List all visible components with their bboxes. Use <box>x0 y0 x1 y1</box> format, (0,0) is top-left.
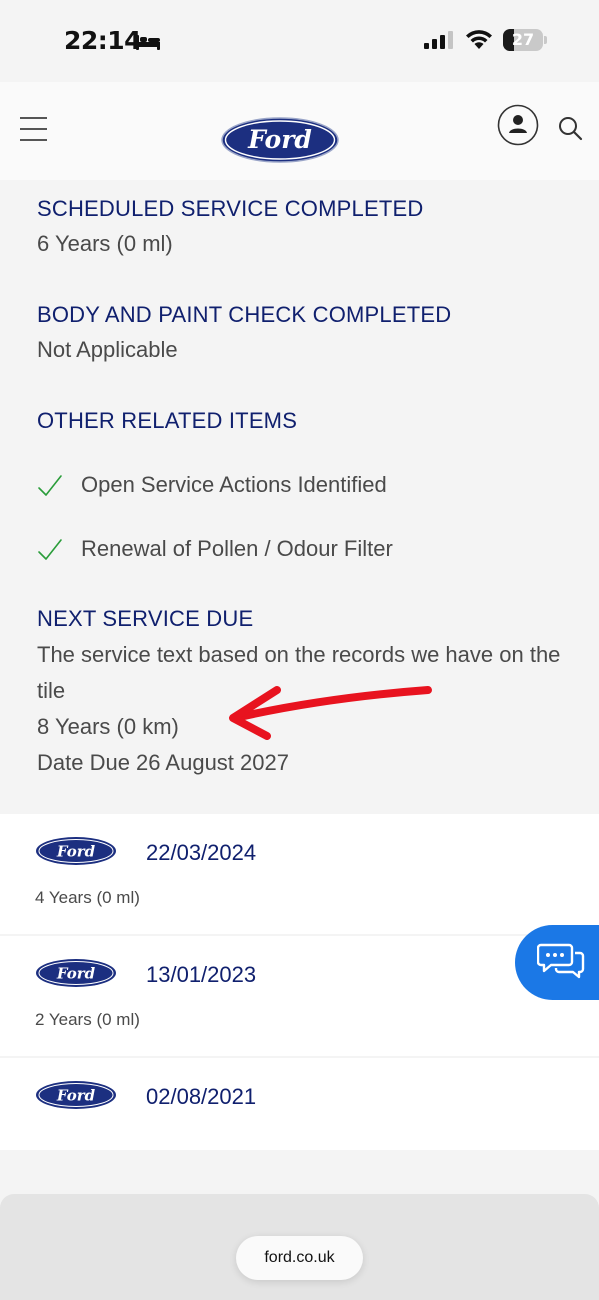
search-icon[interactable] <box>557 115 583 141</box>
svg-text:Ford: Ford <box>56 843 96 861</box>
ford-logo: Ford <box>36 837 116 865</box>
hamburger-menu-icon[interactable] <box>20 115 47 143</box>
service-history-row[interactable]: Ford 22/03/2024 4 Years (0 ml) <box>0 814 599 934</box>
red-arrow-annotation <box>229 686 432 740</box>
app-header: Ford <box>0 82 599 180</box>
chat-bubbles-icon <box>537 943 585 979</box>
browser-bottom-bar: ford.co.uk <box>0 1194 599 1300</box>
service-history-row[interactable]: Ford 02/08/2021 <box>0 1058 599 1150</box>
ford-logo: Ford <box>36 1081 116 1109</box>
chat-button[interactable] <box>515 925 599 1000</box>
scheduled-service-value: 6 Years (0 ml) <box>37 231 173 256</box>
svg-text:Ford: Ford <box>56 1087 96 1105</box>
checkmark-icon <box>38 475 62 496</box>
service-date: 02/08/2021 <box>146 1084 257 1109</box>
bed-icon <box>136 35 160 50</box>
url-bar[interactable]: ford.co.uk <box>236 1236 363 1280</box>
service-date: 22/03/2024 <box>146 840 257 865</box>
next-service-heading: NEXT SERVICE DUE <box>37 606 254 631</box>
other-items-heading: OTHER RELATED ITEMS <box>37 408 298 433</box>
cellular-signal-icon <box>424 31 453 49</box>
wifi-icon <box>466 30 492 49</box>
body-paint-heading: BODY AND PAINT CHECK COMPLETED <box>37 302 452 327</box>
scheduled-service-heading: SCHEDULED SERVICE COMPLETED <box>37 196 424 221</box>
battery-level: 27 <box>511 30 535 49</box>
service-history-row[interactable]: Ford 13/01/2023 2 Years (0 ml) <box>0 936 599 1056</box>
next-service-date: Date Due 26 August 2027 <box>37 750 289 775</box>
ford-logo[interactable]: Ford <box>220 116 340 164</box>
service-date: 13/01/2023 <box>146 962 257 987</box>
body-paint-value: Not Applicable <box>37 337 178 362</box>
checkmark-icon <box>38 539 62 560</box>
battery-icon: 27 <box>503 29 547 51</box>
ford-logo: Ford <box>36 959 116 987</box>
list-item-label: Renewal of Pollen / Odour Filter <box>81 536 393 561</box>
service-interval: 4 Years (0 ml) <box>35 888 140 907</box>
status-time: 22:14 <box>64 26 142 55</box>
account-icon[interactable] <box>497 104 539 146</box>
svg-text:Ford: Ford <box>56 965 96 983</box>
status-bar: 22:14 27 <box>0 0 599 82</box>
svg-text:Ford: Ford <box>247 125 312 154</box>
service-interval: 2 Years (0 ml) <box>35 1010 140 1029</box>
list-item-label: Open Service Actions Identified <box>81 472 387 497</box>
